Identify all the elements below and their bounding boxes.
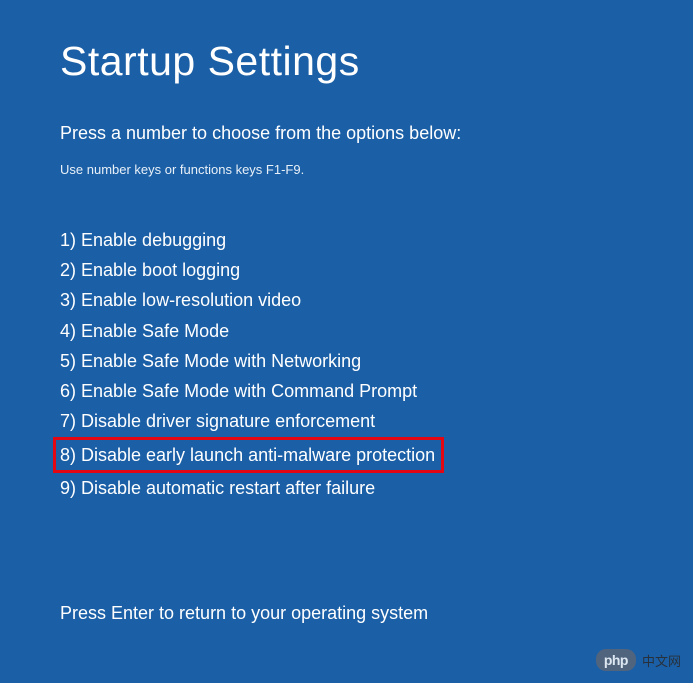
list-item[interactable]: 6) Enable Safe Mode with Command Prompt (60, 376, 633, 406)
list-item[interactable]: 3) Enable low-resolution video (60, 285, 633, 315)
boot-option-8[interactable]: 8) Disable early launch anti-malware pro… (53, 437, 444, 473)
list-item[interactable]: 4) Enable Safe Mode (60, 316, 633, 346)
page-title: Startup Settings (60, 38, 633, 85)
watermark-logo: php (596, 649, 636, 671)
subtitle-text: Press a number to choose from the option… (60, 123, 633, 144)
startup-settings-screen: Startup Settings Press a number to choos… (0, 0, 693, 624)
list-item[interactable]: 8) Disable early launch anti-malware pro… (60, 437, 633, 473)
boot-option-1[interactable]: 1) Enable debugging (60, 225, 226, 255)
list-item[interactable]: 1) Enable debugging (60, 225, 633, 255)
list-item[interactable]: 2) Enable boot logging (60, 255, 633, 285)
boot-option-3[interactable]: 3) Enable low-resolution video (60, 285, 301, 315)
footer-instruction: Press Enter to return to your operating … (60, 603, 633, 624)
boot-option-9[interactable]: 9) Disable automatic restart after failu… (60, 473, 375, 503)
boot-option-6[interactable]: 6) Enable Safe Mode with Command Prompt (60, 376, 417, 406)
watermark: php 中文网 (596, 649, 681, 671)
boot-option-2[interactable]: 2) Enable boot logging (60, 255, 240, 285)
watermark-text: 中文网 (642, 651, 681, 670)
boot-option-5[interactable]: 5) Enable Safe Mode with Networking (60, 346, 361, 376)
list-item[interactable]: 9) Disable automatic restart after failu… (60, 473, 633, 503)
list-item[interactable]: 5) Enable Safe Mode with Networking (60, 346, 633, 376)
list-item[interactable]: 7) Disable driver signature enforcement (60, 406, 633, 436)
boot-option-4[interactable]: 4) Enable Safe Mode (60, 316, 229, 346)
boot-option-7[interactable]: 7) Disable driver signature enforcement (60, 406, 375, 436)
boot-options-list: 1) Enable debugging2) Enable boot loggin… (60, 225, 633, 503)
instruction-text: Use number keys or functions keys F1-F9. (60, 162, 633, 177)
